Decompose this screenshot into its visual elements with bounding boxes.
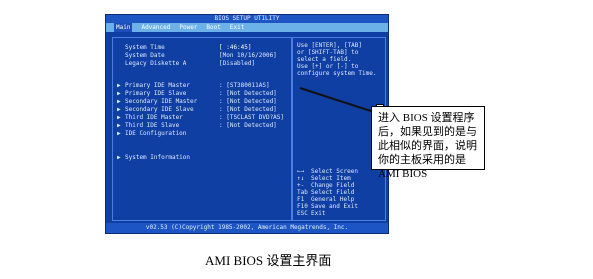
key-desc: Save and Exit	[311, 203, 358, 210]
key-f1: F1	[297, 196, 305, 203]
submenu-arrow-icon: ▶	[117, 106, 121, 113]
setting-label: System Date	[125, 52, 165, 59]
key-tab: Tab	[297, 189, 308, 196]
setting-label: Third IDE Master	[125, 114, 183, 121]
bios-title: BIOS SETUP UTILITY	[106, 15, 388, 23]
key-esc: ESC	[297, 210, 308, 217]
key-legend-row: F10 Save and Exit	[297, 203, 383, 210]
bios-main-panel: System Time [ :46:45] System Date [Mon 1…	[112, 37, 292, 221]
setting-row-secondary-ide-master[interactable]: ▶ Secondary IDE Master : [Not Detected]	[117, 98, 277, 105]
arrow-up-down-icon: ↑↓	[297, 175, 305, 182]
bios-footer: v02.53 (C)Copyright 1985-2002, American …	[106, 223, 388, 233]
key-legend-row: ESC Exit	[297, 210, 383, 217]
menu-power[interactable]: Power	[179, 23, 197, 32]
setting-label: Third IDE Slave	[125, 122, 180, 129]
setting-label: IDE Configuration	[125, 130, 187, 137]
help-line: select a field.	[297, 56, 352, 63]
setting-label: Primary IDE Slave	[125, 90, 187, 97]
menu-boot[interactable]: Boot	[206, 23, 220, 32]
setting-value: : [Not Detected]	[219, 106, 277, 113]
arrow-left-right-icon: ←→	[297, 168, 305, 175]
help-line: Use [ENTER], [TAB]	[297, 42, 363, 49]
setting-row-system-time[interactable]: System Time [ :46:45]	[117, 44, 252, 51]
setting-label: Primary IDE Master	[125, 82, 191, 89]
submenu-arrow-icon: ▶	[117, 154, 121, 161]
setting-row-primary-ide-slave[interactable]: ▶ Primary IDE Slave : [Not Detected]	[117, 90, 277, 97]
row-arrow	[117, 44, 123, 51]
key-legend-row: Tab Select Field	[297, 189, 383, 196]
key-f10: F10	[297, 203, 308, 210]
setting-row-primary-ide-master[interactable]: ▶ Primary IDE Master : [ST380011AS]	[117, 82, 270, 89]
help-line: or [SHIFT-TAB] to	[297, 49, 359, 56]
setting-value: : [ST380011AS]	[219, 82, 270, 89]
setting-value: : [Not Detected]	[219, 90, 277, 97]
submenu-arrow-icon: ▶	[117, 90, 121, 97]
submenu-arrow-icon: ▶	[117, 130, 121, 137]
key-desc: Change Field	[311, 182, 355, 189]
setting-value: : [Not Detected]	[219, 98, 277, 105]
setting-label: Secondary IDE Slave	[125, 106, 194, 113]
plus-minus-icon: +-	[297, 182, 305, 189]
help-line: Use [+] or [-] to	[297, 63, 359, 70]
setting-value: : [Not Detected]	[219, 122, 277, 129]
setting-label: Legacy Diskette A	[125, 60, 187, 67]
menu-main[interactable]: Main	[114, 23, 133, 32]
figure-caption: AMI BIOS 设置主界面	[205, 253, 332, 268]
setting-label: System Time	[125, 44, 165, 51]
row-arrow	[117, 52, 123, 59]
key-desc: Exit	[311, 210, 326, 217]
setting-value[interactable]: [Disabled]	[219, 60, 255, 67]
row-arrow	[117, 60, 123, 67]
help-text-block: Use [ENTER], [TAB] or [SHIFT-TAB] to sel…	[297, 42, 383, 77]
bios-screen: BIOS SETUP UTILITY Main Advanced Power B…	[105, 14, 389, 234]
submenu-arrow-icon: ▶	[117, 82, 121, 89]
setting-row-system-information[interactable]: ▶ System Information	[117, 154, 219, 161]
key-desc: Select Screen	[311, 168, 358, 175]
bios-menu-bar: Main Advanced Power Boot Exit	[106, 23, 388, 32]
help-line: configure system Time.	[297, 70, 377, 77]
menu-advanced[interactable]: Advanced	[141, 23, 170, 32]
setting-value[interactable]: [ :46:45]	[219, 44, 252, 51]
key-desc: Select Field	[311, 189, 355, 196]
key-legend: ←→ Select Screen ↑↓ Select Item +- Change F…	[297, 168, 383, 217]
setting-row-third-ide-slave[interactable]: ▶ Third IDE Slave : [Not Detected]	[117, 122, 277, 129]
setting-value[interactable]: [Mon 10/16/2006]	[219, 52, 277, 59]
setting-label: Secondary IDE Master	[125, 98, 198, 105]
setting-row-system-date[interactable]: System Date [Mon 10/16/2006]	[117, 52, 277, 59]
submenu-arrow-icon: ▶	[117, 114, 121, 121]
setting-row-ide-configuration[interactable]: ▶ IDE Configuration	[117, 130, 219, 137]
submenu-arrow-icon: ▶	[117, 122, 121, 129]
key-legend-row: +- Change Field	[297, 182, 383, 189]
key-desc: Select Item	[311, 175, 351, 182]
setting-row-legacy-diskette[interactable]: Legacy Diskette A [Disabled]	[117, 60, 255, 67]
key-desc: General Help	[311, 196, 355, 203]
submenu-arrow-icon: ▶	[117, 98, 121, 105]
key-legend-row: ↑↓ Select Item	[297, 175, 383, 182]
key-legend-row: F1 General Help	[297, 196, 383, 203]
setting-value: : [TSCLAST DVD?AS]	[219, 114, 285, 121]
menu-exit[interactable]: Exit	[230, 23, 244, 32]
callout-box: 进入 BIOS 设置程序后，如果见到的是与此相似的界面，说明你的主板采用的是 A…	[371, 106, 485, 180]
setting-row-third-ide-master[interactable]: ▶ Third IDE Master : [TSCLAST DVD?AS]	[117, 114, 284, 121]
setting-row-secondary-ide-slave[interactable]: ▶ Secondary IDE Slave : [Not Detected]	[117, 106, 277, 113]
setting-label: System Information	[125, 154, 191, 161]
